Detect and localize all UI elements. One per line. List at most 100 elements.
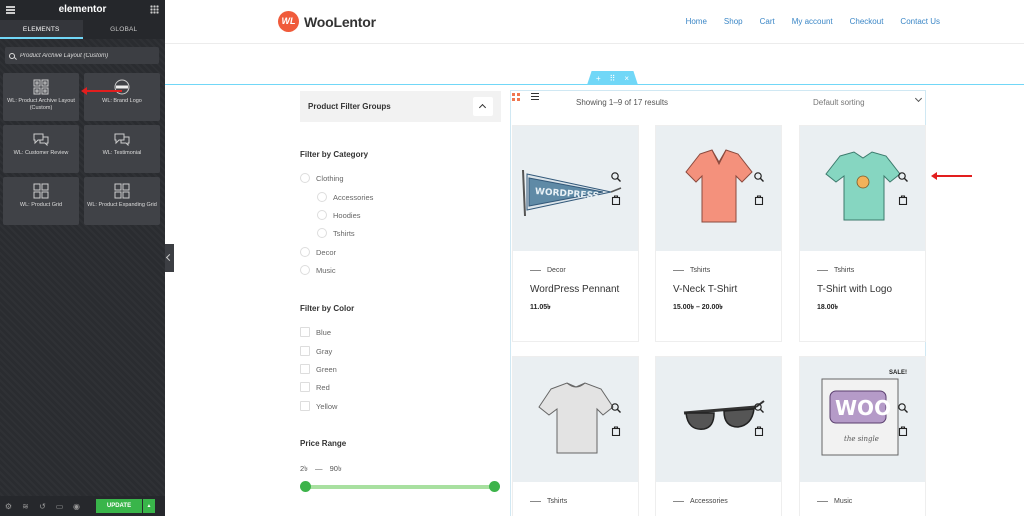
price-slider-max-handle[interactable]	[489, 481, 500, 492]
product-image[interactable]: WORDPRESS	[513, 126, 638, 251]
price-slider-min-handle[interactable]	[300, 481, 311, 492]
radio-icon[interactable]	[300, 173, 310, 183]
quick-view-search-icon[interactable]	[611, 403, 621, 413]
nav-shop[interactable]: Shop	[724, 17, 743, 26]
product-category[interactable]: Tshirts	[673, 267, 781, 274]
checkbox-icon[interactable]	[300, 346, 310, 356]
checkbox-icon[interactable]	[300, 401, 310, 411]
update-button[interactable]: UPDATE	[96, 499, 142, 513]
collapse-panel-handle[interactable]	[165, 244, 174, 272]
quick-view-search-icon[interactable]	[898, 172, 908, 182]
nav-my-account[interactable]: My account	[792, 17, 833, 26]
category-option[interactable]: Decor	[300, 247, 336, 257]
widget-product-grid[interactable]: WL: Product Grid	[3, 177, 79, 225]
product-card[interactable]: Tshirts	[512, 356, 639, 516]
product-name[interactable]: WordPress Pennant	[530, 284, 638, 295]
grid-view-icon[interactable]	[512, 93, 520, 101]
site-logo[interactable]: WL WooLentor	[278, 11, 376, 32]
product-category[interactable]: Decor	[530, 267, 638, 274]
apps-grid-icon[interactable]	[150, 5, 159, 14]
category-option[interactable]: Tshirts	[317, 228, 355, 238]
product-image[interactable]	[800, 126, 925, 251]
radio-icon[interactable]	[300, 247, 310, 257]
widget-label: WL: Product Grid	[19, 202, 63, 208]
widget-search-input[interactable]	[20, 52, 150, 59]
price-separator: —	[315, 464, 323, 473]
settings-icon[interactable]: ⚙	[0, 496, 17, 516]
color-option[interactable]: Green	[300, 364, 337, 374]
tab-elements[interactable]: ELEMENTS	[0, 20, 83, 39]
product-name[interactable]: T-Shirt with Logo	[817, 284, 925, 295]
widget-customer-review[interactable]: WL: Customer Review	[3, 125, 79, 173]
nav-home[interactable]: Home	[686, 17, 707, 26]
radio-icon[interactable]	[300, 265, 310, 275]
quick-view-search-icon[interactable]	[754, 172, 764, 182]
logo-text: WooLentor	[304, 13, 376, 30]
annotation-arrow-left	[81, 87, 122, 95]
radio-icon[interactable]	[317, 228, 327, 238]
album-image: WOO the single	[821, 378, 899, 456]
layers-icon[interactable]: ≋	[17, 496, 34, 516]
add-to-cart-icon[interactable]	[898, 426, 908, 436]
product-card[interactable]: Tshirts T-Shirt with Logo 18.00৳	[799, 125, 926, 342]
product-category[interactable]: Tshirts	[817, 267, 925, 274]
color-option[interactable]: Yellow	[300, 401, 337, 411]
add-to-cart-icon[interactable]	[754, 195, 764, 205]
product-name[interactable]: V-Neck T-Shirt	[673, 284, 781, 295]
responsive-icon[interactable]: ▭	[51, 496, 68, 516]
widget-brand-logo[interactable]: WL: Brand Logo	[84, 73, 160, 121]
price-slider[interactable]	[300, 481, 500, 492]
category-option[interactable]: Hoodies	[317, 210, 361, 220]
collapse-filters-button[interactable]	[473, 97, 493, 116]
product-card[interactable]: WORDPRESS Decor WordPress Pennant 11.05৳	[512, 125, 639, 342]
quick-view-search-icon[interactable]	[754, 403, 764, 413]
color-option[interactable]: Red	[300, 382, 330, 392]
history-icon[interactable]: ↺	[34, 496, 51, 516]
checkbox-icon[interactable]	[300, 364, 310, 374]
widget-testimonial[interactable]: WL: Testimonial	[84, 125, 160, 173]
color-option[interactable]: Blue	[300, 327, 331, 337]
add-to-cart-icon[interactable]	[611, 195, 621, 205]
widget-label: WL: Testimonial	[102, 150, 142, 156]
add-to-cart-icon[interactable]	[754, 426, 764, 436]
add-to-cart-icon[interactable]	[611, 426, 621, 436]
product-card[interactable]: Tshirts V-Neck T-Shirt 15.00৳ – 20.00৳	[655, 125, 782, 342]
category-option[interactable]: Accessories	[317, 192, 373, 202]
quick-view-search-icon[interactable]	[611, 172, 621, 182]
category-option[interactable]: Music	[300, 265, 336, 275]
category-option[interactable]: Clothing	[300, 173, 344, 183]
quick-view-search-icon[interactable]	[898, 403, 908, 413]
product-image[interactable]	[513, 357, 638, 482]
radio-icon[interactable]	[317, 192, 327, 202]
nav-cart[interactable]: Cart	[760, 17, 775, 26]
category-text: Tshirts	[690, 267, 711, 274]
tab-global[interactable]: GLOBAL	[83, 20, 166, 39]
nav-contact-us[interactable]: Contact Us	[900, 17, 940, 26]
delete-section-icon[interactable]: ×	[624, 74, 629, 83]
product-card[interactable]: Accessories	[655, 356, 782, 516]
list-view-icon[interactable]	[531, 93, 539, 100]
product-category[interactable]: Music	[817, 498, 925, 505]
product-image[interactable]	[656, 357, 781, 482]
sort-select[interactable]: Default sorting	[813, 98, 865, 107]
add-section-icon[interactable]: +	[596, 74, 601, 83]
widget-product-archive-layout[interactable]: WL: Product Archive Layout (Custom)	[3, 73, 79, 121]
product-category[interactable]: Accessories	[673, 498, 781, 505]
product-category[interactable]: Tshirts	[530, 498, 638, 505]
product-meta: Decor WordPress Pennant 11.05৳	[513, 251, 638, 341]
product-image[interactable]: WOO the single SALE!	[800, 357, 925, 482]
add-to-cart-icon[interactable]	[898, 195, 908, 205]
checkbox-icon[interactable]	[300, 382, 310, 392]
product-card[interactable]: WOO the single SALE! Music	[799, 356, 926, 516]
drag-section-icon[interactable]: ⠿	[610, 74, 616, 83]
product-image[interactable]	[656, 126, 781, 251]
radio-icon[interactable]	[317, 210, 327, 220]
nav-checkout[interactable]: Checkout	[850, 17, 884, 26]
logo-mark: WL	[278, 11, 299, 32]
update-options-caret-icon[interactable]: ▲	[143, 499, 155, 513]
widget-product-expanding-grid[interactable]: WL: Product Expanding Grid	[84, 177, 160, 225]
checkbox-icon[interactable]	[300, 327, 310, 337]
preview-eye-icon[interactable]: ◉	[68, 496, 85, 516]
color-option[interactable]: Gray	[300, 346, 332, 356]
widget-label: WL: Brand Logo	[102, 98, 142, 104]
